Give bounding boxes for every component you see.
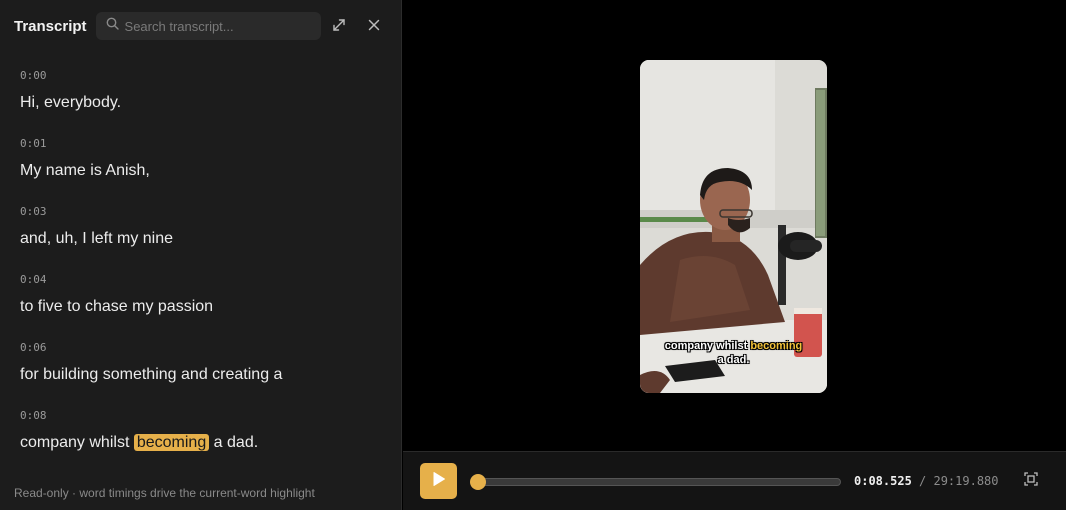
transcript-segment[interactable]: 0:03 and, uh, I left my nine (20, 204, 387, 272)
segment-timestamp[interactable]: 0:06 (20, 340, 387, 356)
transcript-word[interactable]: for (20, 366, 39, 383)
expand-icon (332, 18, 346, 37)
transcript-word[interactable]: something (103, 366, 177, 383)
transcript-word[interactable]: creating (212, 366, 269, 383)
search-box[interactable] (95, 12, 321, 40)
progress-bar[interactable] (469, 474, 841, 490)
transcript-word[interactable]: Anish, (105, 162, 149, 179)
caption-text: company whilst (664, 340, 751, 352)
segment-timestamp[interactable]: 0:08 (20, 408, 387, 424)
player-bar: 0:08.525 / 29:19.880 (403, 451, 1066, 510)
screenshot-icon (1024, 471, 1038, 491)
close-icon (368, 18, 380, 36)
transcript-word[interactable]: and (181, 366, 208, 383)
expand-button[interactable] (327, 15, 351, 39)
segment-text: and, uh, I left my nine (20, 229, 387, 249)
transcript-word[interactable]: is (90, 162, 102, 179)
transcript-segment[interactable]: 0:06 for building something and creating … (20, 340, 387, 408)
segment-timestamp[interactable]: 0:03 (20, 204, 387, 220)
transcript-word[interactable]: everybody. (44, 94, 121, 111)
caption-highlight-word: becoming (750, 340, 803, 352)
time-separator: / (911, 474, 934, 488)
transcript-word[interactable]: my (117, 230, 138, 247)
transcript-word[interactable]: a (274, 366, 283, 383)
segment-text: to five to chase my passion (20, 297, 387, 317)
progress-handle[interactable] (469, 474, 486, 490)
transcript-segment[interactable]: 0:01 My name is Anish, (20, 136, 387, 204)
transcript-word[interactable]: whilst (89, 434, 129, 451)
caption-text-line2: a dad. (717, 354, 750, 366)
duration: 29:19.880 (933, 474, 999, 488)
current-time: 0:08.525 (854, 474, 912, 488)
current-word-highlight[interactable]: becoming (133, 434, 210, 451)
transcript-word[interactable]: a (214, 434, 223, 451)
play-button[interactable] (420, 463, 457, 499)
transcript-word[interactable]: to (20, 298, 33, 315)
segment-text: for building something and creating a (20, 365, 387, 385)
transcript-segment[interactable]: 0:08 company whilst becoming a dad. (20, 408, 387, 476)
transcript-word[interactable]: passion (158, 298, 213, 315)
play-icon (432, 471, 446, 492)
transcript-word[interactable]: dad. (227, 434, 258, 451)
segment-text: Hi, everybody. (20, 93, 387, 113)
search-icon (106, 17, 119, 35)
close-button[interactable] (362, 15, 386, 39)
transcript-word[interactable]: uh, (56, 230, 78, 247)
footer-note: Read-only · word timings drive the curre… (14, 486, 315, 500)
time-display: 0:08.525 / 29:19.880 (854, 474, 999, 488)
transcript-header: Transcript (0, 0, 401, 52)
transcript-word[interactable]: left (91, 230, 112, 247)
transcript-segment[interactable]: 0:00 Hi, everybody. (20, 68, 387, 136)
search-input[interactable] (124, 18, 311, 34)
segment-timestamp[interactable]: 0:01 (20, 136, 387, 152)
app: Transcript 0:00 Hi, everybody. 0:01 My name… (0, 0, 1066, 510)
transcript-word[interactable]: I (82, 230, 86, 247)
transcript-word[interactable]: Hi, (20, 94, 40, 111)
transcript-word[interactable]: building (43, 366, 98, 383)
transcript-word[interactable]: name (46, 162, 86, 179)
transcript-word[interactable]: to (67, 298, 80, 315)
transcript-panel: Transcript 0:00 Hi, everybody. 0:01 My name… (0, 0, 402, 510)
segment-timestamp[interactable]: 0:00 (20, 68, 387, 84)
screenshot-button[interactable] (1022, 471, 1040, 491)
segment-text: company whilst becoming a dad. (20, 433, 387, 453)
transcript-word[interactable]: My (20, 162, 41, 179)
transcript-segment[interactable]: 0:04 to five to chase my passion (20, 272, 387, 340)
transcript-word[interactable]: five (38, 298, 63, 315)
transcript-word[interactable]: my (132, 298, 153, 315)
video-caption: company whilst becoming a dad. (640, 339, 827, 367)
transcript-word[interactable]: company (20, 434, 85, 451)
transcript-segments: 0:00 Hi, everybody. 0:01 My name is Anish, 0… (20, 68, 387, 476)
transcript-word[interactable]: and, (20, 230, 51, 247)
transcript-word[interactable]: chase (85, 298, 128, 315)
transcript-word[interactable]: nine (143, 230, 173, 247)
video-frame[interactable]: company whilst becoming a dad. (640, 60, 827, 393)
panel-title: Transcript (14, 17, 87, 35)
segment-text: My name is Anish, (20, 161, 387, 181)
video-area: company whilst becoming a dad. (403, 0, 1066, 451)
segment-timestamp[interactable]: 0:04 (20, 272, 387, 288)
